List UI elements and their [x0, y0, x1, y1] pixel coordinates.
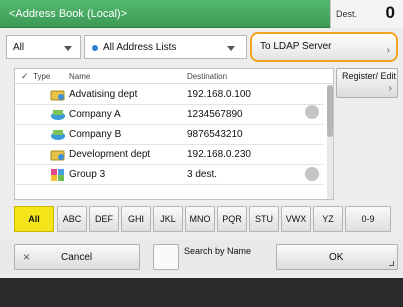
ldap-button-label: To LDAP Server [260, 41, 332, 52]
fax-icon [50, 108, 66, 122]
list-row[interactable]: Company A 1234567890 [15, 105, 323, 125]
name-column-header: Name [69, 72, 91, 81]
register-edit-button[interactable]: Register/ Edit › [336, 68, 398, 98]
scrollbar-thumb[interactable] [327, 85, 333, 137]
alpha-tab-pqr[interactable]: PQR [217, 206, 247, 232]
dest-label: Dest. [336, 9, 358, 19]
folder-network-icon [50, 148, 66, 162]
cancel-button[interactable]: × Cancel [14, 244, 140, 270]
row-name: Development dept [69, 149, 151, 160]
alpha-tab-jkl[interactable]: JKL [153, 206, 183, 232]
alpha-tab-all[interactable]: All [14, 206, 54, 232]
footer-bar [0, 278, 403, 307]
row-destination: 192.168.0.230 [187, 149, 251, 160]
screen-title: <Address Book (Local)> [9, 8, 128, 20]
chevron-down-icon [64, 46, 72, 51]
ok-button[interactable]: OK [276, 244, 398, 270]
bottom-action-bar: × Cancel Search by Name OK [0, 240, 403, 275]
address-book-screen: <Address Book (Local)> Dest. 0 All All A… [0, 0, 403, 307]
alpha-tab-vwx[interactable]: VWX [281, 206, 311, 232]
corner-icon [389, 261, 394, 266]
group-icon [50, 168, 66, 182]
close-icon: × [23, 250, 31, 264]
dest-count: 0 [385, 3, 395, 22]
alpha-tab-yz[interactable]: YZ [313, 206, 343, 232]
alpha-tab-abc[interactable]: ABC [57, 206, 87, 232]
address-list-select[interactable]: All Address Lists [84, 35, 247, 59]
list-header: ✓ Type Name Destination [15, 69, 333, 84]
chevron-down-icon [227, 46, 235, 51]
alpha-tab-mno[interactable]: MNO [185, 206, 215, 232]
list-scrollbar[interactable] [327, 85, 333, 199]
list-row[interactable]: Advatising dept 192.168.0.100 [15, 85, 323, 105]
register-edit-label: Register/ Edit [342, 71, 397, 81]
address-list: ✓ Type Name Destination Advatising dept … [14, 68, 334, 200]
chevron-right-icon: › [386, 45, 390, 56]
header-bar: <Address Book (Local)> Dest. 0 [0, 0, 403, 28]
scroll-up-button[interactable] [305, 105, 319, 119]
list-dot-icon [92, 45, 98, 51]
scroll-down-button[interactable] [305, 167, 319, 181]
search-by-name-label: Search by Name [184, 246, 252, 256]
cancel-label: Cancel [61, 252, 93, 263]
list-row[interactable]: Group 3 3 dest. [15, 165, 323, 185]
alpha-tab-def[interactable]: DEF [89, 206, 119, 232]
check-icon: ✓ [21, 71, 29, 81]
ok-label: OK [329, 252, 344, 263]
row-destination: 3 dest. [187, 169, 218, 180]
row-destination: 1234567890 [187, 109, 243, 120]
alpha-tab-ghi[interactable]: GHI [121, 206, 151, 232]
row-name: Advatising dept [69, 89, 138, 100]
alpha-tab-stu[interactable]: STU [249, 206, 279, 232]
row-name: Group 3 [69, 169, 106, 180]
row-name: Company B [69, 129, 122, 140]
destination-column-header: Destination [187, 72, 228, 81]
to-ldap-server-button[interactable]: To LDAP Server › [250, 32, 398, 62]
alpha-tab-0-9[interactable]: 0-9 [345, 206, 391, 232]
list-row[interactable]: Development dept 192.168.0.230 [15, 145, 323, 165]
destination-counter: Dest. 0 [330, 0, 403, 28]
row-destination: 9876543210 [187, 129, 243, 140]
fax-icon [50, 128, 66, 142]
chevron-right-icon: › [388, 83, 392, 94]
type-filter-value: All [13, 42, 25, 53]
row-destination: 192.168.0.100 [187, 89, 251, 100]
list-row[interactable]: Company B 9876543210 [15, 125, 323, 145]
type-filter-select[interactable]: All [6, 35, 81, 59]
row-name: Company A [69, 109, 121, 120]
address-list-value: All Address Lists [103, 42, 177, 53]
type-column-header: Type [33, 72, 51, 81]
folder-network-icon [50, 88, 66, 102]
search-by-name-checkbox[interactable] [153, 244, 179, 270]
